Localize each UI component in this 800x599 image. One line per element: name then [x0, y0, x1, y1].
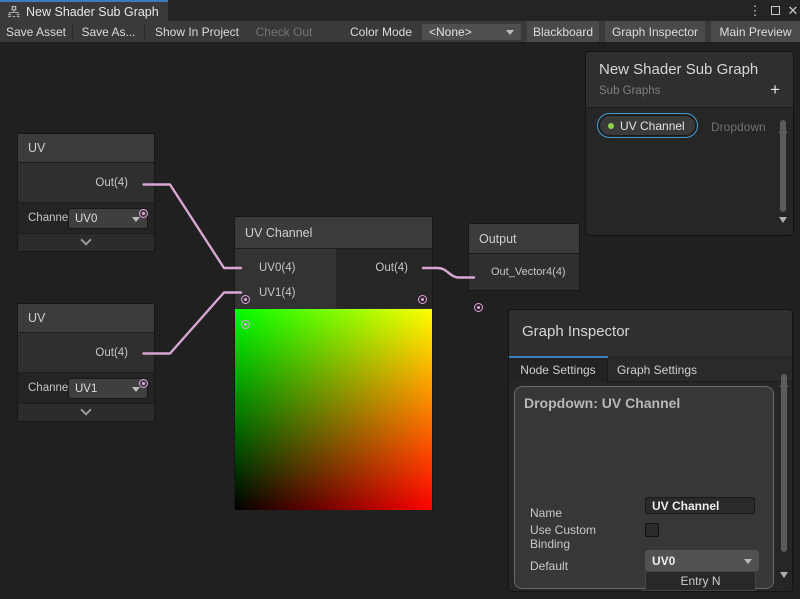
- entry-row-uv0[interactable]: = UV0: [641, 590, 756, 592]
- blackboard-panel: New Shader Sub Graph Sub Graphs + UV Cha…: [585, 51, 794, 236]
- close-icon[interactable]: ✕: [784, 0, 800, 21]
- port-label: Out(4): [375, 262, 408, 274]
- default-dropdown[interactable]: UV0: [645, 550, 759, 571]
- kebab-menu-icon[interactable]: ⋮: [746, 0, 764, 21]
- default-label: Default: [530, 559, 568, 573]
- blackboard-header[interactable]: New Shader Sub Graph Sub Graphs +: [586, 52, 793, 108]
- node-output[interactable]: Output Out_Vector4(4): [468, 223, 580, 291]
- graph-inspector-panel: Graph Inspector Node Settings Graph Sett…: [508, 309, 793, 592]
- channel-dropdown[interactable]: UV1: [68, 378, 148, 399]
- section-title: Dropdown: UV Channel: [524, 395, 680, 411]
- dropdown-arrow-icon: [132, 217, 140, 222]
- toolbar-separator: [144, 24, 145, 39]
- inspector-header[interactable]: Graph Inspector: [509, 310, 792, 356]
- port-in-uv1[interactable]: [241, 320, 250, 329]
- port-label: Out(4): [95, 177, 128, 189]
- exposed-dot-icon: [608, 123, 614, 129]
- node-port-section: UV0(4) UV1(4) Out(4): [235, 249, 432, 308]
- maximize-icon[interactable]: [766, 0, 784, 21]
- check-out-button: Check Out: [250, 21, 318, 42]
- chevron-down-icon: [80, 404, 91, 415]
- node-title[interactable]: UV: [18, 134, 154, 163]
- scroll-down-button[interactable]: [779, 223, 787, 236]
- chevron-down-icon: [80, 234, 91, 245]
- default-value: UV0: [652, 554, 675, 568]
- blackboard-toggle-button[interactable]: Blackboard: [527, 21, 599, 42]
- edge-uv0-to-uvchannel: [144, 185, 242, 269]
- port-out-vector4[interactable]: [418, 295, 427, 304]
- entries-column-header: Entry N: [645, 571, 756, 590]
- tab-bar: New Shader Sub Graph ⋮ ✕: [0, 0, 800, 21]
- port-in-vector4[interactable]: [474, 303, 483, 312]
- scroll-down-button[interactable]: [780, 578, 788, 592]
- scrollbar-thumb[interactable]: [781, 374, 787, 552]
- port-in-uv0[interactable]: [241, 295, 250, 304]
- save-asset-button[interactable]: Save Asset: [0, 21, 72, 42]
- entries-list: Entry N = UV0 = UV1 + −: [641, 571, 763, 592]
- blackboard-item-name: UV Channel: [620, 119, 685, 133]
- tab-node-settings[interactable]: Node Settings: [509, 358, 608, 382]
- color-mode-dropdown[interactable]: <None>: [422, 24, 521, 40]
- shader-sub-graph-icon: [7, 5, 20, 18]
- port-label: Out(4): [95, 347, 128, 359]
- port-label: UV0(4): [259, 262, 295, 274]
- toolbar-separator: [72, 24, 73, 39]
- active-tab-accent: [509, 356, 608, 358]
- blackboard-title: New Shader Sub Graph: [599, 61, 758, 78]
- color-mode-value: <None>: [429, 25, 472, 39]
- node-channel-row: Channe UV1: [18, 372, 154, 403]
- dropdown-arrow-icon: [506, 30, 514, 35]
- binding-label-line2: Binding: [530, 537, 570, 551]
- port-label: Out_Vector4(4): [491, 266, 566, 278]
- node-uv-channel[interactable]: UV Channel UV0(4) UV1(4) Out(4): [234, 216, 433, 510]
- channel-dropdown[interactable]: UV0: [68, 208, 148, 229]
- node-collapse-bar[interactable]: [18, 233, 154, 251]
- binding-label-line1: Use Custom: [530, 523, 596, 537]
- input-column: [235, 249, 336, 308]
- edge-uv1-to-uvchannel: [144, 293, 242, 354]
- color-mode-label: Color Mode: [344, 21, 418, 42]
- channel-value: UV0: [75, 213, 97, 225]
- add-property-button[interactable]: +: [770, 80, 780, 100]
- port-out-vector4[interactable]: [139, 209, 148, 218]
- use-custom-binding-checkbox[interactable]: [645, 523, 659, 537]
- tab-new-shader-sub-graph[interactable]: New Shader Sub Graph: [0, 0, 168, 21]
- channel-label: Channe: [28, 212, 68, 224]
- inspector-tabs: Node Settings Graph Settings: [509, 358, 792, 382]
- save-as-button[interactable]: Save As...: [74, 21, 143, 42]
- name-field[interactable]: UV Channel: [645, 497, 755, 514]
- node-title[interactable]: Output: [469, 224, 579, 254]
- node-output-row: Out(4): [18, 333, 154, 372]
- node-channel-row: Channe UV0: [18, 202, 154, 233]
- channel-label: Channe: [28, 382, 68, 394]
- node-output-row: Out(4): [18, 163, 154, 202]
- node-collapse-bar[interactable]: [18, 403, 154, 421]
- graph-inspector-toggle-button[interactable]: Graph Inspector: [605, 21, 705, 42]
- node-uv-top[interactable]: UV Out(4) Channe UV0: [17, 133, 155, 252]
- node-title[interactable]: UV: [18, 304, 154, 333]
- uv-gradient-preview: [235, 309, 432, 510]
- name-label: Name: [530, 506, 562, 520]
- blackboard-item-uv-channel[interactable]: UV Channel: [599, 115, 696, 136]
- inspector-title: Graph Inspector: [522, 323, 630, 340]
- channel-value: UV1: [75, 383, 97, 395]
- tab-title: New Shader Sub Graph: [26, 5, 159, 19]
- dropdown-arrow-icon: [132, 387, 140, 392]
- blackboard-subtitle: Sub Graphs: [599, 85, 660, 97]
- scrollbar-thumb[interactable]: [780, 120, 786, 212]
- port-out-vector4[interactable]: [139, 379, 148, 388]
- node-input-row: Out_Vector4(4): [469, 254, 579, 290]
- tab-graph-settings[interactable]: Graph Settings: [609, 358, 705, 382]
- node-uv-bottom[interactable]: UV Out(4) Channe UV1: [17, 303, 155, 422]
- blackboard-item-type: Dropdown: [711, 120, 766, 134]
- shader-graph-window: New Shader Sub Graph ⋮ ✕ Save Asset Save…: [0, 0, 800, 599]
- name-value: UV Channel: [652, 499, 719, 513]
- show-in-project-button[interactable]: Show In Project: [146, 21, 248, 42]
- toolbar: Save Asset Save As... Show In Project Ch…: [0, 21, 800, 43]
- port-label: UV1(4): [259, 287, 295, 299]
- main-preview-toggle-button[interactable]: Main Preview: [711, 21, 800, 42]
- dropdown-arrow-icon: [744, 559, 752, 564]
- node-title[interactable]: UV Channel: [235, 217, 432, 249]
- dropdown-settings-section: Dropdown: UV Channel Name UV Channel Use…: [514, 386, 774, 589]
